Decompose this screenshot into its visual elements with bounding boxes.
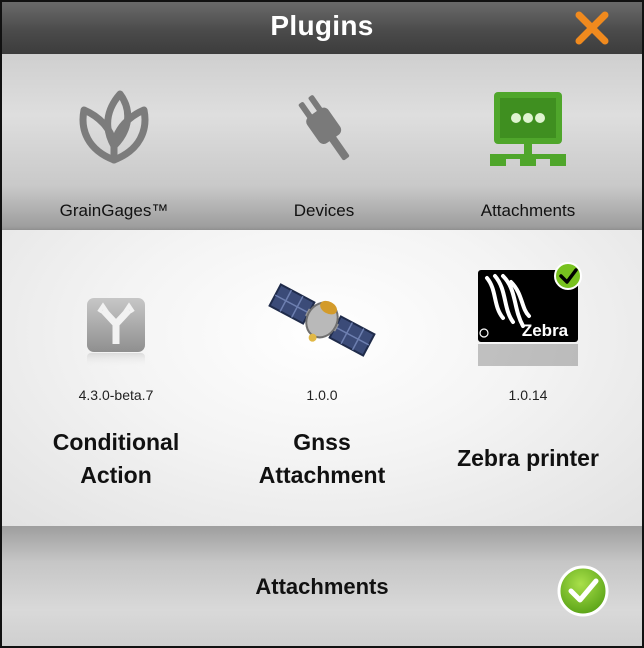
plugins-dialog: Plugins GrainGages™ Devices Attachments … [0, 0, 644, 648]
plugin-card-conditional-action[interactable]: 4.3.0-beta.7 Conditional Action [16, 230, 216, 526]
plugin-name-line-2: Attachment [258, 462, 386, 488]
category-tabs: GrainGages™ Devices Attachments [2, 54, 642, 230]
plugin-list: 4.3.0-beta.7 Conditional Action 1.0.0 Gn… [2, 230, 642, 526]
confirm-button[interactable] [556, 564, 610, 618]
plugin-name-line-2: Action [80, 462, 152, 488]
plugin-version: 4.3.0-beta.7 [78, 387, 154, 403]
satellite-icon [268, 283, 376, 357]
tab-attachments[interactable]: Attachments [428, 76, 628, 226]
title-bar: Plugins [2, 2, 642, 54]
footer-title: Attachments [255, 574, 389, 599]
checkmark-icon [557, 565, 609, 617]
plugin-card-gnss-attachment[interactable]: 1.0.0 Gnss Attachment [222, 230, 422, 526]
plug-icon [298, 95, 350, 161]
plugin-name-line-1: Gnss [293, 429, 351, 455]
attachments-network-icon [490, 92, 566, 166]
tab-label-attachments: Attachments [480, 201, 576, 220]
dialog-title: Plugins [270, 10, 374, 41]
tab-devices[interactable]: Devices [224, 76, 424, 226]
plugin-card-zebra-printer[interactable]: Zebra 1.0.14 Zebra printer [428, 230, 628, 526]
plugin-version: 1.0.0 [306, 387, 338, 403]
plugin-version: 1.0.14 [508, 387, 548, 403]
close-button[interactable] [574, 10, 610, 46]
footer-bar: Attachments [2, 526, 642, 646]
leaf-icon [79, 90, 149, 164]
zebra-logo-text: Zebra [522, 321, 569, 340]
tab-label-devices: Devices [293, 201, 355, 220]
plugin-name: Gnss Attachment [222, 426, 422, 492]
plugin-name: Zebra printer [457, 445, 599, 471]
close-icon [575, 11, 609, 45]
tab-label-graingages: GrainGages™ [59, 201, 169, 220]
plugin-name: Conditional Action [16, 426, 216, 492]
branch-icon [87, 298, 145, 369]
plugin-name-line-1: Conditional [52, 429, 180, 455]
zebra-logo-icon: Zebra [478, 262, 582, 366]
tab-graingages[interactable]: GrainGages™ [14, 76, 214, 226]
